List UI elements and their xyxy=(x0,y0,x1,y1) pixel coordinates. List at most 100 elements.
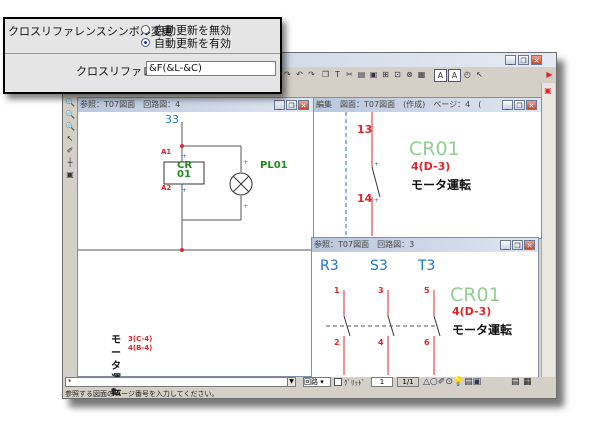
svg-text:+: + xyxy=(374,197,379,204)
svg-text:+: + xyxy=(243,203,248,210)
redo-icon[interactable]: ↷ xyxy=(282,69,293,80)
upper-ref-page: 4(D-3) xyxy=(411,160,451,173)
radio-enable-label: 自動更新を有効 xyxy=(154,37,231,50)
upper-right-minimize-button[interactable]: _ xyxy=(502,100,513,110)
upper-relay-ref: CR01 xyxy=(409,138,460,160)
crossref-line2: 4(B-4) xyxy=(128,344,153,352)
pointer-icon[interactable]: ↖ xyxy=(474,69,485,80)
upper-right-schematic: + + xyxy=(345,112,381,236)
font-b-icon[interactable]: A xyxy=(448,69,461,82)
radio-enable-auto-update[interactable] xyxy=(141,38,150,47)
relay-number-label: 01 xyxy=(177,169,191,180)
rotate-icon[interactable]: ◴ xyxy=(462,69,473,80)
upper-caption: モータ運転 xyxy=(411,178,472,192)
window-icon[interactable]: ▣ xyxy=(64,169,76,181)
shape-tools-icons[interactable]: △○✐⊙💡▤▣ xyxy=(423,377,481,387)
contact-bottom-label: 14 xyxy=(357,192,373,205)
phase-t-label: T3 xyxy=(418,258,436,274)
svg-text:+: + xyxy=(182,153,187,160)
page-total: 1/1 xyxy=(397,377,419,387)
lower-right-close-button[interactable]: ✕ xyxy=(524,240,535,250)
copy-icon[interactable]: ❐ xyxy=(320,69,331,80)
lower-ref-page: 4(D-3) xyxy=(452,305,492,318)
page-input-value: 1 xyxy=(379,378,385,386)
left-window: 参照：T07図面 回路図：4 _ ❐ ✕ + + + + 33 A1 A2 CR… xyxy=(77,97,315,398)
svg-text:+: + xyxy=(374,161,379,168)
select-icon[interactable]: ↖ xyxy=(64,133,76,145)
crossref-line1: 3(C-4) xyxy=(128,335,153,343)
radio-disable-auto-update[interactable] xyxy=(141,25,150,34)
toolbar: ↶ ↷ ↶ ↷ ❐ T ✂ ▤ ▣ ⊞ ⊡ ⊗ ▦ A A ◴ ↖ ▶ xyxy=(268,68,556,82)
pin-2-label: 2 xyxy=(334,338,340,347)
lower-right-minimize-button[interactable]: _ xyxy=(500,240,511,250)
font-a-icon[interactable]: A xyxy=(434,69,447,82)
pen-icon[interactable]: ✐ xyxy=(64,145,76,157)
upper-right-window-title: 編集 図面：T07図面 (作成) ページ：4 ( xyxy=(316,100,482,109)
layer-dropdown-value: * xyxy=(68,378,72,386)
upper-right-close-button[interactable]: ✕ xyxy=(526,100,537,110)
delete-icon[interactable]: ⊗ xyxy=(404,69,415,80)
text-icon[interactable]: T xyxy=(332,69,343,80)
page-input[interactable]: 1 xyxy=(371,377,393,387)
app-close-button[interactable]: ✕ xyxy=(531,55,542,65)
vertical-char-1: モ xyxy=(111,335,121,346)
crosshair-icon[interactable]: ┼ xyxy=(64,157,76,169)
phase-s-label: S3 xyxy=(370,258,388,274)
zoom-out-icon[interactable]: 🔍 xyxy=(64,109,76,121)
app-restore-button[interactable]: ❐ xyxy=(518,55,529,65)
app-window: _ ❐ ✕ ↶ ↷ ↶ ↷ ❐ T ✂ ▤ ▣ ⊞ ⊡ ⊗ ▦ A A ◴ ↖ … xyxy=(62,52,557,399)
zoom-in-icon[interactable]: 🔍 xyxy=(64,97,76,109)
crossref-dialog: クロスリファレンスシンボル変更 自動更新を無効 自動更新を有効 クロスリファレン… xyxy=(3,17,282,94)
left-window-title: 参照：T07図面 回路図：4 xyxy=(80,100,181,109)
crossref-field-input[interactable]: &F(&L-&C) xyxy=(146,61,276,76)
lower-right-restore-button[interactable]: ❐ xyxy=(512,240,523,250)
grid-checkbox[interactable] xyxy=(334,378,342,386)
frame-icon[interactable]: ⊡ xyxy=(392,69,403,80)
pin-5-label: 5 xyxy=(424,286,430,295)
vertical-char-2: ー xyxy=(111,348,121,359)
grid-checkbox-label: ｸﾞﾘｯﾄﾞ xyxy=(344,379,365,387)
redo-alt-icon[interactable]: ↷ xyxy=(306,69,317,80)
app-minimize-button[interactable]: _ xyxy=(505,55,516,65)
cut-icon[interactable]: ✂ xyxy=(344,69,355,80)
lower-caption: モータ運転 xyxy=(452,323,513,337)
undo-alt-icon[interactable]: ↶ xyxy=(294,69,305,80)
layer-dropdown[interactable]: * xyxy=(65,377,295,387)
right-strip: ▣ xyxy=(541,83,555,383)
contact-top-label: 13 xyxy=(357,123,373,136)
layer-icon[interactable]: ▤ xyxy=(356,69,367,80)
pin-1-label: 1 xyxy=(334,286,340,295)
mode-select-value: 回路 xyxy=(304,378,318,386)
upper-right-window: 編集 図面：T07図面 (作成) ページ：4 ( _ ❐ ✕ + + 13 14… xyxy=(313,97,542,239)
dialog-divider xyxy=(5,53,280,54)
left-window-restore-button[interactable]: ❐ xyxy=(286,100,297,110)
print-icon[interactable]: ▤ xyxy=(511,377,520,387)
lamp-name-label: PL01 xyxy=(260,160,288,171)
vertical-char-3: タ xyxy=(111,361,121,372)
symbol-icon[interactable]: ▣ xyxy=(368,69,379,80)
bottom-bar: * ▼ 回路 ▾ ｸﾞﾘｯﾄﾞ 1 1/1 △○✐⊙💡▤▣ ▤ ▦ xyxy=(63,377,556,388)
pin-6-label: 6 xyxy=(424,338,430,347)
pin-3-label: 3 xyxy=(378,286,384,295)
left-toolstrip: 🔍 🔍 🔍 ↖ ✐ ┼ ▣ xyxy=(63,97,77,185)
grid-icon[interactable]: ⊞ xyxy=(380,69,391,80)
wire-number-label: 33 xyxy=(165,113,179,126)
lower-right-window: 参照：T07図面 回路図：3 _ ❐ ✕ R3 S3 T3 1 3 5 2 4 … xyxy=(311,237,539,378)
svg-text:+: + xyxy=(243,159,248,166)
run-icon[interactable]: ▶ xyxy=(544,69,555,80)
mode-select[interactable]: 回路 ▾ xyxy=(303,377,331,387)
lower-right-window-title: 参照：T07図面 回路図：3 xyxy=(314,240,415,249)
coil-a2-label: A2 xyxy=(161,184,172,192)
upper-right-restore-button[interactable]: ❐ xyxy=(514,100,525,110)
export-icon[interactable]: ▦ xyxy=(523,377,532,387)
bookmark-icon[interactable]: ▣ xyxy=(542,85,554,97)
pin-4-label: 4 xyxy=(378,338,384,347)
table-icon[interactable]: ▦ xyxy=(416,69,427,80)
left-window-minimize-button[interactable]: _ xyxy=(274,100,285,110)
left-window-close-button[interactable]: ✕ xyxy=(298,100,309,110)
zoom-fit-icon[interactable]: 🔍 xyxy=(64,121,76,133)
svg-text:+: + xyxy=(182,187,187,194)
status-bar-text: 参照する図面のページ番号を入力してください。 xyxy=(65,390,219,398)
chevron-down-icon[interactable]: ▼ xyxy=(287,377,296,387)
phase-r-label: R3 xyxy=(320,258,339,274)
